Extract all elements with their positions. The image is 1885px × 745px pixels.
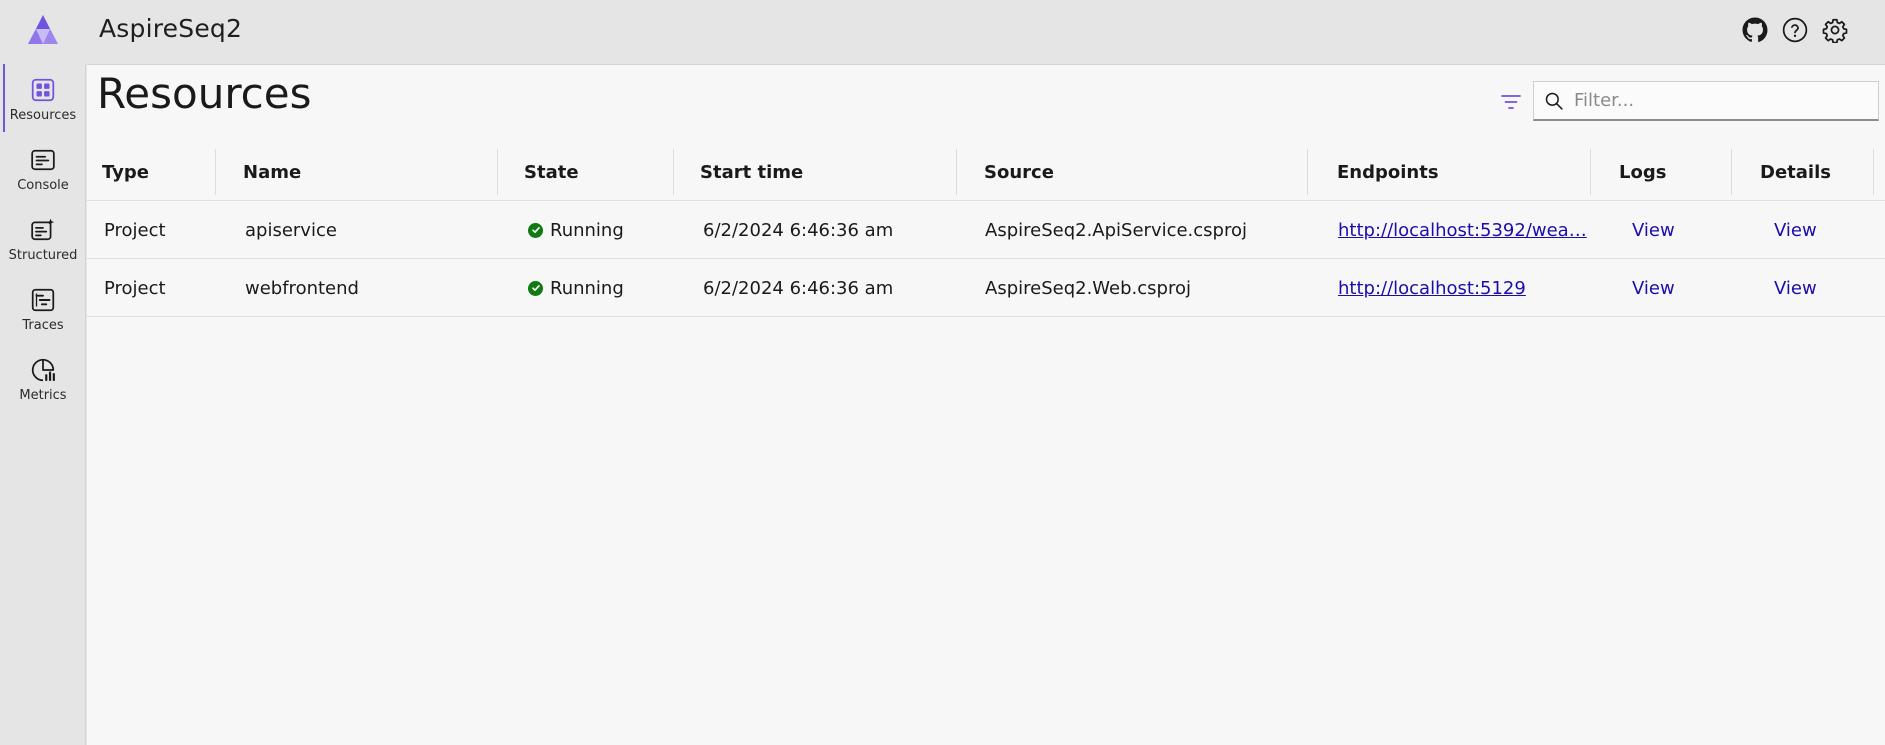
column-header-name[interactable]: Name — [243, 143, 443, 201]
aspire-logo-icon[interactable] — [26, 14, 60, 46]
traces-icon — [29, 286, 57, 314]
filter-icon — [1501, 95, 1521, 109]
cell-name: webfrontend — [245, 277, 359, 299]
sidebar-item-structured[interactable]: Structured — [0, 204, 86, 268]
column-resize-handle[interactable] — [215, 149, 216, 195]
table-row: Project apiservice Running 6/2/2024 6:46… — [87, 201, 1885, 259]
table-header-row: Type Name State Start time Source Endpoi… — [87, 143, 1885, 201]
cell-state: Running — [528, 201, 678, 259]
github-icon[interactable] — [1741, 16, 1769, 44]
running-status-icon — [528, 280, 543, 296]
search-icon — [1534, 82, 1574, 120]
column-header-start-time[interactable]: Start time — [700, 143, 900, 201]
column-resize-handle[interactable] — [1590, 149, 1591, 195]
column-header-logs[interactable]: Logs — [1619, 143, 1719, 201]
running-status-icon — [528, 222, 543, 238]
metrics-icon — [29, 356, 57, 384]
sidebar-item-label: Traces — [22, 318, 64, 333]
sidebar-item-label: Resources — [9, 108, 77, 123]
sidebar-item-traces[interactable]: Traces — [0, 274, 86, 338]
cell-type: Project — [104, 219, 166, 241]
sidebar-item-label: Console — [17, 178, 69, 193]
main-content: Resources Type Name State Start time S — [87, 64, 1885, 745]
column-header-state[interactable]: State — [524, 143, 674, 201]
state-label: Running — [550, 219, 624, 241]
page-title: Resources — [97, 69, 312, 118]
resources-icon — [29, 76, 57, 104]
cell-source: AspireSeq2.Web.csproj — [985, 277, 1191, 299]
endpoint-link[interactable]: http://localhost:5392/wea… — [1338, 201, 1588, 259]
column-resize-handle[interactable] — [1307, 149, 1308, 195]
details-view-link[interactable]: View — [1774, 259, 1834, 317]
console-icon — [29, 146, 57, 174]
column-resize-handle[interactable] — [497, 149, 498, 195]
cell-state: Running — [528, 259, 678, 317]
top-header: AspireSeq2 — [0, 0, 1885, 64]
resources-table: Type Name State Start time Source Endpoi… — [87, 143, 1885, 317]
column-resize-handle[interactable] — [1873, 149, 1874, 195]
filter-input[interactable] — [1574, 82, 1864, 119]
table-row: Project webfrontend Running 6/2/2024 6:4… — [87, 259, 1885, 317]
column-header-endpoints[interactable]: Endpoints — [1337, 143, 1537, 201]
sidebar-item-label: Structured — [8, 248, 78, 263]
column-resize-handle[interactable] — [673, 149, 674, 195]
filter-search-box — [1533, 81, 1879, 121]
app-title: AspireSeq2 — [99, 14, 243, 43]
column-header-details[interactable]: Details — [1760, 143, 1870, 201]
cell-start-time: 6/2/2024 6:46:36 am — [703, 277, 894, 299]
cell-start-time: 6/2/2024 6:46:36 am — [703, 219, 894, 241]
sidebar-nav: Resources Console Structured Traces Metr… — [0, 64, 86, 745]
sidebar-item-metrics[interactable]: Metrics — [0, 344, 86, 408]
column-header-source[interactable]: Source — [984, 143, 1184, 201]
logs-view-link[interactable]: View — [1632, 259, 1692, 317]
details-view-link[interactable]: View — [1774, 201, 1834, 259]
help-icon[interactable] — [1781, 16, 1809, 44]
column-resize-handle[interactable] — [956, 149, 957, 195]
cell-type: Project — [104, 277, 166, 299]
state-label: Running — [550, 277, 624, 299]
sidebar-item-console[interactable]: Console — [0, 134, 86, 198]
logs-view-link[interactable]: View — [1632, 201, 1692, 259]
cell-name: apiservice — [245, 219, 337, 241]
settings-icon[interactable] — [1821, 16, 1849, 44]
column-header-type[interactable]: Type — [102, 143, 222, 201]
structured-icon — [29, 216, 57, 244]
endpoint-link[interactable]: http://localhost:5129 — [1338, 259, 1588, 317]
header-actions — [1741, 16, 1849, 44]
filter-toggle-button[interactable] — [1497, 88, 1525, 116]
cell-source: AspireSeq2.ApiService.csproj — [985, 219, 1248, 241]
sidebar-item-resources[interactable]: Resources — [0, 64, 86, 132]
column-resize-handle[interactable] — [1731, 149, 1732, 195]
sidebar-item-label: Metrics — [19, 388, 67, 403]
